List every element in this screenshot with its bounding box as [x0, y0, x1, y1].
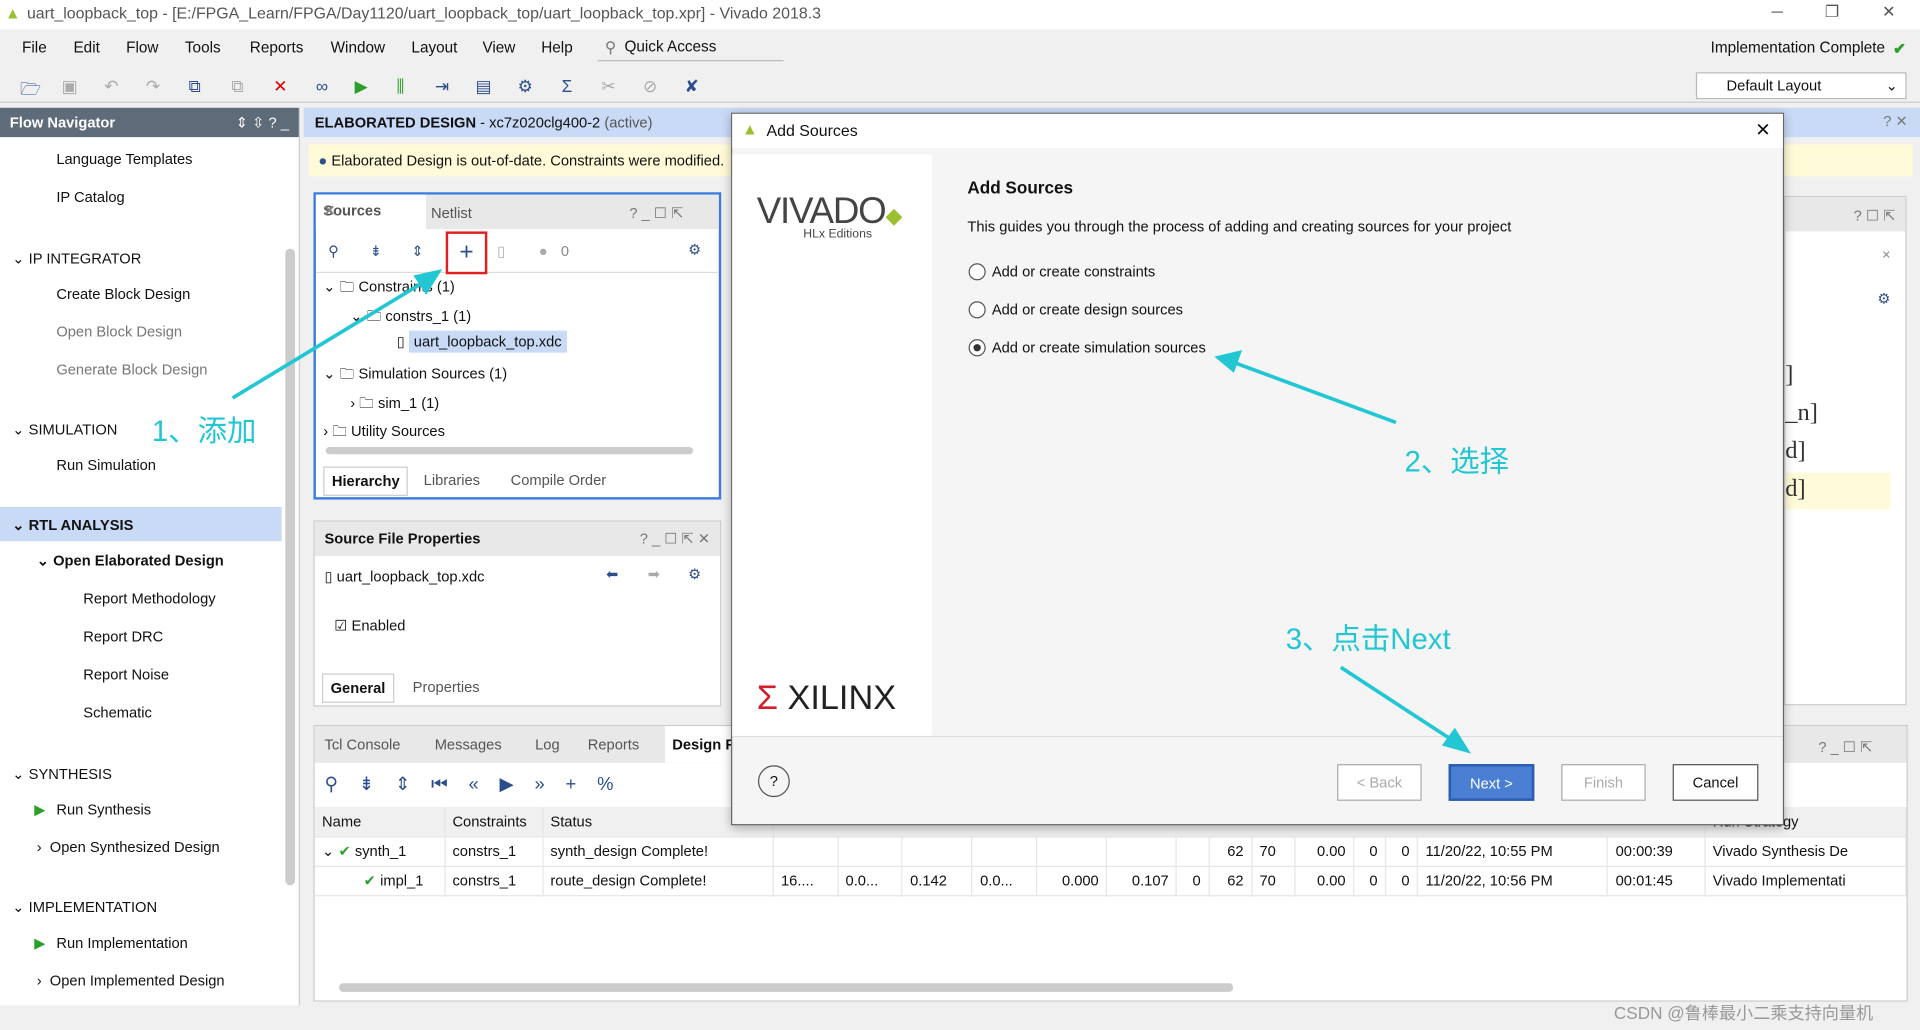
annotation-step-2: 2、选择	[1404, 445, 1510, 479]
annotation-arrows	[231, 269, 1472, 754]
annotation-step-1: 1、添加	[151, 415, 257, 449]
arrow-3	[1339, 665, 1459, 745]
annotation-step-3: 3、点击Next	[1285, 623, 1451, 657]
csdn-watermark: CSDN @鲁棒最小二乘支持向量机	[1613, 1002, 1874, 1023]
arrow-1	[231, 277, 430, 400]
arrow-2	[1229, 359, 1397, 425]
